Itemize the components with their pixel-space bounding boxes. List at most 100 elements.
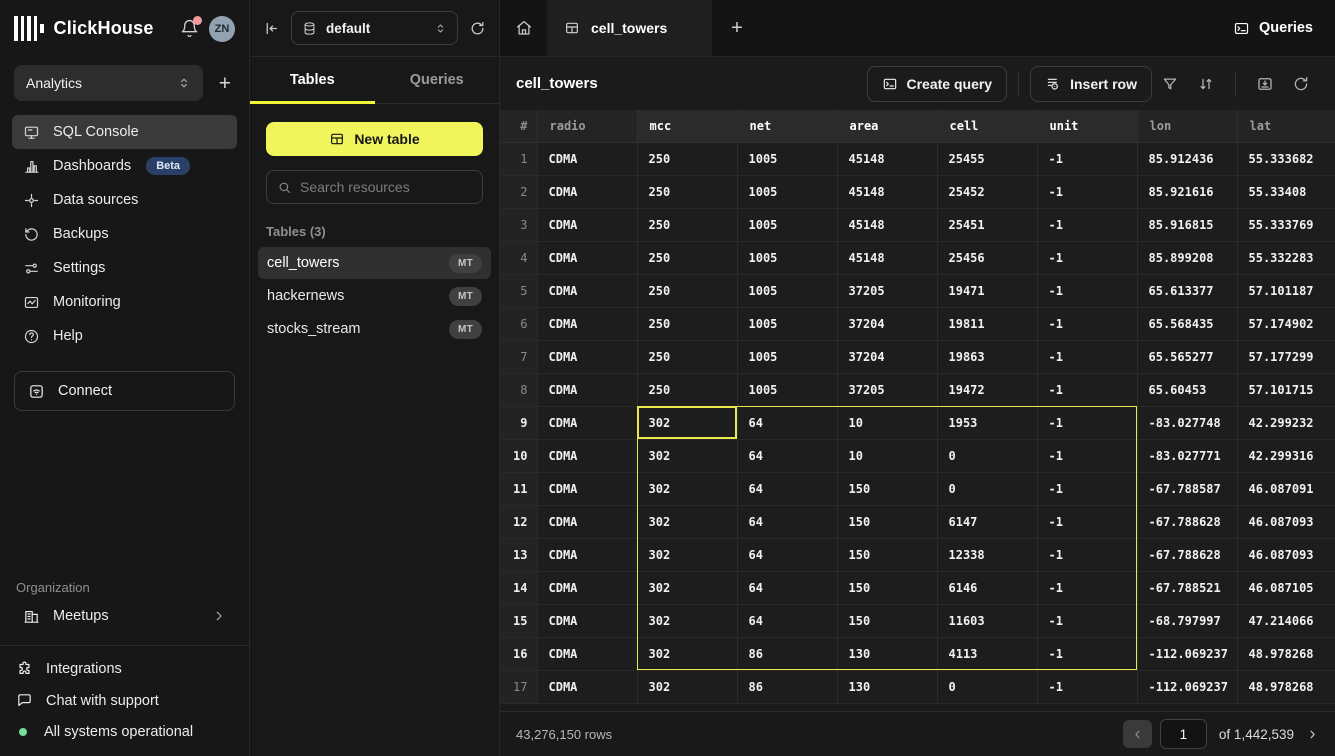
search-resources-input[interactable] (300, 179, 472, 195)
cell[interactable]: 85.916815 (1137, 208, 1237, 241)
cell[interactable]: 11603 (937, 604, 1037, 637)
sidebar-item-help[interactable]: Help (12, 319, 237, 353)
cell[interactable]: -1 (1037, 175, 1137, 208)
cell[interactable]: -1 (1037, 637, 1137, 670)
cell[interactable]: 0 (937, 472, 1037, 505)
cell[interactable]: 46.087091 (1237, 472, 1335, 505)
cell[interactable]: 46.087093 (1237, 538, 1335, 571)
download-icon[interactable] (1247, 67, 1283, 101)
cell[interactable]: -1 (1037, 571, 1137, 604)
cell[interactable]: 48.978268 (1237, 637, 1335, 670)
cell[interactable]: -83.027748 (1137, 406, 1237, 439)
cell[interactable]: 25452 (937, 175, 1037, 208)
column-header-area[interactable]: area (837, 110, 937, 142)
sidebar-item-dashboards[interactable]: Dashboards Beta (12, 149, 237, 183)
cell[interactable]: -1 (1037, 670, 1137, 703)
row-number[interactable]: 12 (500, 505, 537, 538)
cell[interactable]: -83.027771 (1137, 439, 1237, 472)
new-table-button[interactable]: New table (266, 122, 483, 156)
cell[interactable]: 42.299232 (1237, 406, 1335, 439)
cell[interactable]: CDMA (537, 175, 637, 208)
column-header-unit[interactable]: unit (1037, 110, 1137, 142)
cell[interactable]: 150 (837, 571, 937, 604)
cell[interactable]: 64 (737, 472, 837, 505)
row-number[interactable]: 3 (500, 208, 537, 241)
cell[interactable]: -1 (1037, 373, 1137, 406)
cell[interactable]: -1 (1037, 307, 1137, 340)
cell[interactable]: 19811 (937, 307, 1037, 340)
cell[interactable]: 65.565277 (1137, 340, 1237, 373)
column-header-lat[interactable]: lat (1237, 110, 1335, 142)
cell[interactable]: 37204 (837, 307, 937, 340)
cell[interactable]: -1 (1037, 505, 1137, 538)
cell[interactable]: CDMA (537, 406, 637, 439)
row-number[interactable]: 9 (500, 406, 537, 439)
sidebar-item-backups[interactable]: Backups (12, 217, 237, 251)
cell[interactable]: 64 (737, 505, 837, 538)
cell[interactable]: 150 (837, 505, 937, 538)
cell[interactable]: CDMA (537, 538, 637, 571)
row-number[interactable]: 11 (500, 472, 537, 505)
column-header-num[interactable]: # (500, 110, 537, 142)
cell[interactable]: -68.797997 (1137, 604, 1237, 637)
cell[interactable]: 1005 (737, 175, 837, 208)
cell[interactable]: 1005 (737, 274, 837, 307)
cell[interactable]: 64 (737, 571, 837, 604)
cell[interactable]: 302 (637, 406, 737, 439)
cell[interactable]: -67.788628 (1137, 505, 1237, 538)
cell[interactable]: 37204 (837, 340, 937, 373)
table-list-item[interactable]: hackernewsMT (258, 280, 491, 312)
cell[interactable]: 57.177299 (1237, 340, 1335, 373)
cell[interactable]: 250 (637, 208, 737, 241)
cell[interactable]: 302 (637, 670, 737, 703)
row-number[interactable]: 6 (500, 307, 537, 340)
table-list-item[interactable]: stocks_streamMT (258, 313, 491, 345)
cell[interactable]: 302 (637, 439, 737, 472)
tab-queries[interactable]: Queries (375, 57, 500, 103)
cell[interactable]: 46.087093 (1237, 505, 1335, 538)
cell[interactable]: 55.333769 (1237, 208, 1335, 241)
cell[interactable]: 86 (737, 670, 837, 703)
cell[interactable]: 64 (737, 439, 837, 472)
row-number[interactable]: 8 (500, 373, 537, 406)
cell[interactable]: 45148 (837, 175, 937, 208)
cell[interactable]: -1 (1037, 142, 1137, 175)
cell[interactable]: 19472 (937, 373, 1037, 406)
database-select[interactable]: default (291, 11, 458, 45)
cell[interactable]: 12338 (937, 538, 1037, 571)
cell[interactable]: 0 (937, 439, 1037, 472)
cell[interactable]: 4113 (937, 637, 1037, 670)
cell[interactable]: 1953 (937, 406, 1037, 439)
cell[interactable]: -1 (1037, 472, 1137, 505)
cell[interactable]: CDMA (537, 604, 637, 637)
cell[interactable]: 55.333682 (1237, 142, 1335, 175)
cell[interactable]: 250 (637, 373, 737, 406)
cell[interactable]: 150 (837, 538, 937, 571)
cell[interactable]: 19863 (937, 340, 1037, 373)
cell[interactable]: CDMA (537, 439, 637, 472)
cell[interactable]: CDMA (537, 571, 637, 604)
cell[interactable]: 302 (637, 571, 737, 604)
sidebar-item-integrations[interactable]: Integrations (16, 660, 233, 677)
cell[interactable]: 250 (637, 241, 737, 274)
cell[interactable]: CDMA (537, 142, 637, 175)
cell[interactable]: CDMA (537, 373, 637, 406)
page-number-input[interactable] (1160, 719, 1207, 749)
cell[interactable]: 37205 (837, 373, 937, 406)
cell[interactable]: -67.788521 (1137, 571, 1237, 604)
cell[interactable]: 1005 (737, 307, 837, 340)
sidebar-item-settings[interactable]: Settings (12, 251, 237, 285)
table-list-item[interactable]: cell_towersMT (258, 247, 491, 279)
cell[interactable]: 130 (837, 637, 937, 670)
sidebar-item-sql-console[interactable]: SQL Console (12, 115, 237, 149)
column-header-mcc[interactable]: mcc (637, 110, 737, 142)
cell[interactable]: -1 (1037, 538, 1137, 571)
cell[interactable]: 6146 (937, 571, 1037, 604)
cell[interactable]: 302 (637, 472, 737, 505)
cell[interactable]: 150 (837, 472, 937, 505)
insert-row-button[interactable]: Insert row (1030, 66, 1152, 102)
sidebar-item-data-sources[interactable]: Data sources (12, 183, 237, 217)
row-number[interactable]: 13 (500, 538, 537, 571)
cell[interactable]: -112.069237 (1137, 670, 1237, 703)
next-page-button[interactable] (1306, 728, 1319, 741)
